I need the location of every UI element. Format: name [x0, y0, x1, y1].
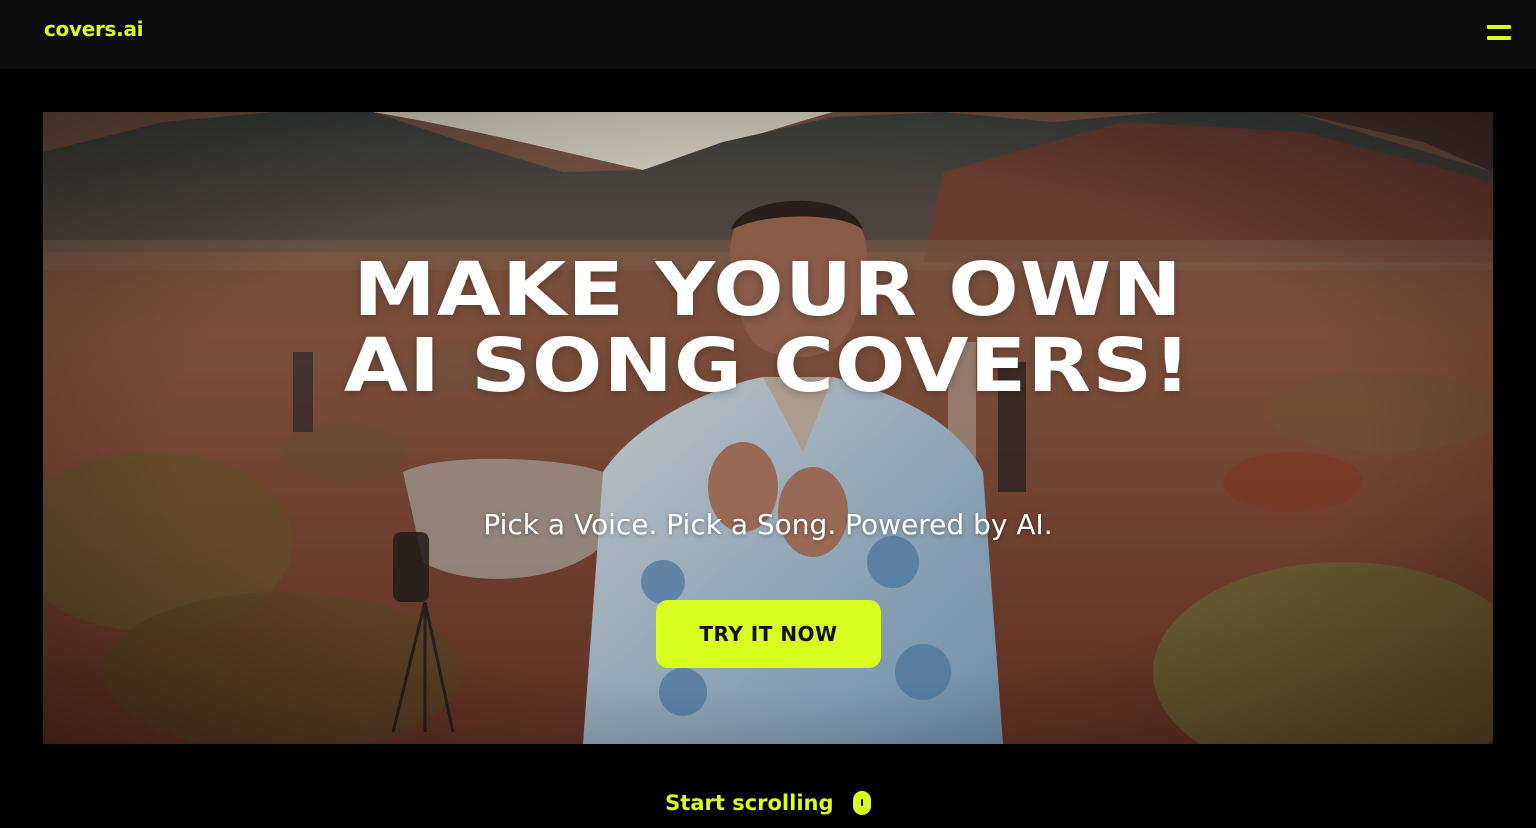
hero-subtitle: Pick a Voice. Pick a Song. Powered by AI…: [483, 508, 1053, 541]
hero-headline: MAKE YOUR OWN AI SONG COVERS!: [43, 252, 1493, 404]
mouse-scroll-icon: [852, 791, 871, 815]
hamburger-menu-icon[interactable]: [1480, 20, 1514, 46]
hero-headline-line2: AI SONG COVERS!: [343, 323, 1193, 409]
try-it-now-button[interactable]: TRY IT NOW: [656, 600, 881, 668]
menu-line: [1487, 36, 1511, 40]
hero-banner: MAKE YOUR OWN AI SONG COVERS! Pick a Voi…: [43, 112, 1493, 744]
site-logo[interactable]: covers.ai: [44, 17, 144, 41]
menu-line: [1487, 25, 1511, 29]
start-scrolling-hint[interactable]: Start scrolling: [0, 790, 1536, 815]
hero-headline-line1: MAKE YOUR OWN: [353, 247, 1183, 333]
start-scrolling-label: Start scrolling: [665, 791, 834, 815]
top-navigation-bar: covers.ai: [0, 0, 1536, 69]
